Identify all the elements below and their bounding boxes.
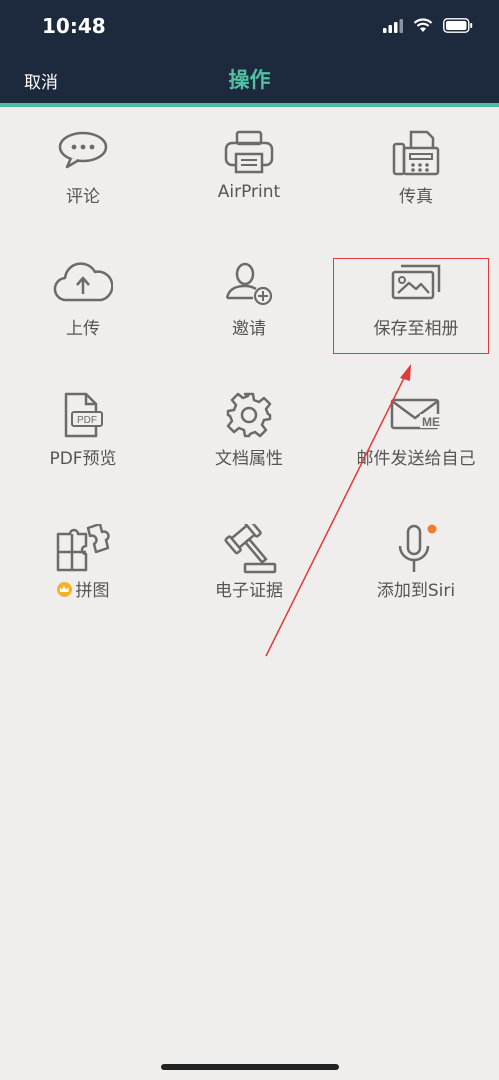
action-upload[interactable]: 上传 [0, 262, 166, 382]
gear-icon [226, 392, 272, 438]
page-title: 操作 [228, 68, 271, 92]
pdf-file-icon: PDF [64, 392, 103, 438]
annotation-highlight-box [333, 258, 489, 354]
navigation-bar: 10:48 取消 操作 [0, 0, 499, 103]
action-label: 电子证据 [215, 581, 283, 601]
action-pdf-preview[interactable]: PDF PDF预览 [0, 392, 166, 512]
microphone-icon [398, 524, 437, 572]
action-invite[interactable]: 邀请 [166, 262, 332, 382]
action-document-properties[interactable]: 文档属性 [166, 392, 332, 512]
action-label: AirPrint [217, 182, 281, 202]
action-label: 添加到Siri [376, 581, 456, 601]
wifi-icon [413, 18, 433, 32]
action-label: 邀请 [232, 319, 266, 339]
action-label: 评论 [66, 187, 100, 207]
mail-me-icon: ME [390, 398, 441, 430]
action-add-to-siri[interactable]: 添加到Siri [333, 524, 499, 644]
action-label-text: 拼图 [75, 581, 110, 601]
cellular-signal-icon [383, 18, 403, 33]
action-label: 拼图 [0, 576, 166, 601]
action-label: 文档属性 [215, 449, 283, 469]
action-email-to-self[interactable]: ME 邮件发送给自己 [333, 392, 499, 512]
action-comment[interactable]: 评论 [0, 130, 166, 250]
svg-text:PDF: PDF [77, 415, 97, 426]
notification-dot [427, 524, 437, 534]
invite-user-icon [225, 262, 273, 306]
comment-icon [58, 131, 108, 169]
svg-text:ME: ME [422, 415, 440, 429]
header-divider [0, 103, 499, 107]
action-label: PDF预览 [49, 449, 117, 469]
action-label: 上传 [66, 319, 100, 339]
cloud-upload-icon [53, 262, 113, 302]
crown-icon [56, 582, 72, 597]
gavel-icon [224, 524, 277, 574]
action-fax[interactable]: 传真 [333, 130, 499, 250]
status-time: 10:48 [42, 14, 106, 38]
action-electronic-evidence[interactable]: 电子证据 [166, 524, 332, 644]
puzzle-icon [56, 524, 110, 572]
status-icons [383, 18, 473, 33]
action-puzzle[interactable]: 拼图 [0, 524, 166, 644]
battery-icon [443, 18, 473, 33]
action-label: 邮件发送给自己 [356, 449, 476, 469]
action-label: 传真 [399, 187, 433, 207]
home-indicator [161, 1064, 339, 1070]
printer-icon [224, 130, 274, 174]
action-airprint[interactable]: AirPrint [166, 130, 332, 250]
fax-icon [392, 130, 440, 176]
